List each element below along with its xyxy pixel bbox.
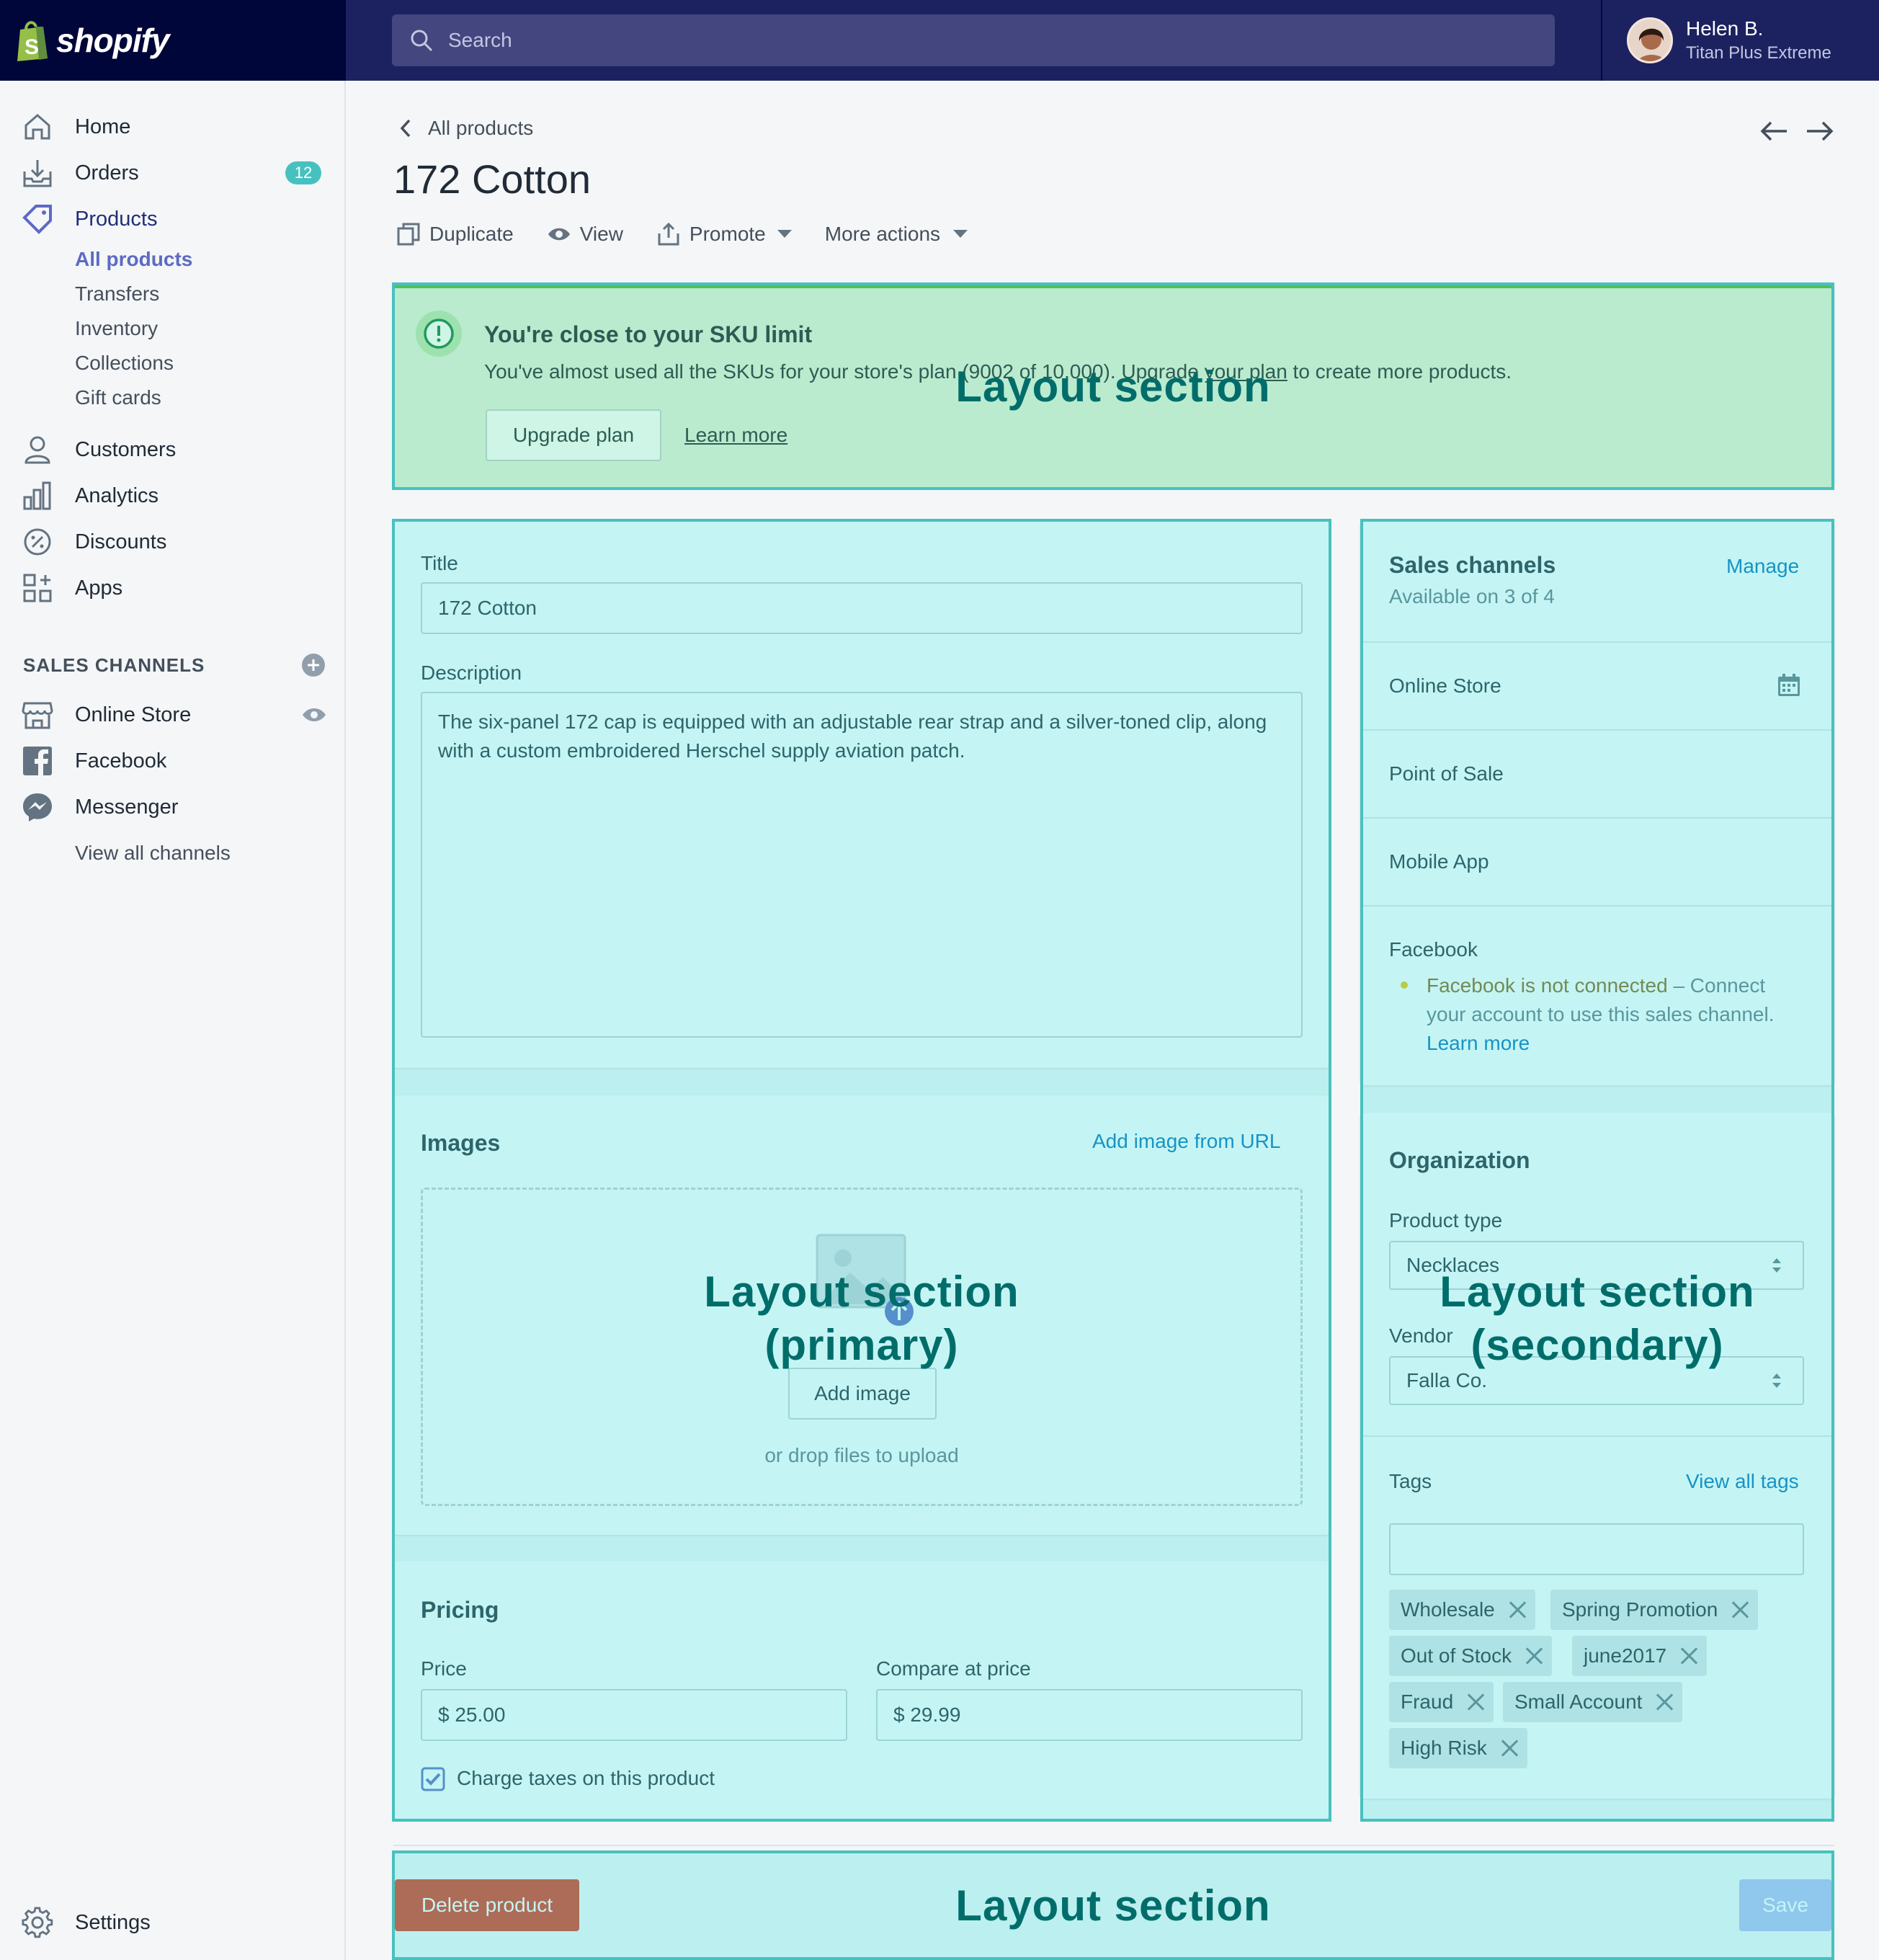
sidebar-item-label: Online Store xyxy=(75,703,192,726)
user-menu[interactable]: Helen B. Titan Plus Extreme xyxy=(1601,0,1879,81)
sidebar-item-orders[interactable]: Orders 12 xyxy=(0,150,344,196)
previous-arrow-icon[interactable] xyxy=(1758,115,1790,147)
store-icon xyxy=(22,702,53,729)
sidebar-channel-messenger[interactable]: Messenger xyxy=(0,784,344,830)
overlay-label: Layout section (secondary) xyxy=(1363,1265,1831,1372)
sidebar-item-label: Apps xyxy=(75,576,123,600)
sidebar-item-home[interactable]: Home xyxy=(0,104,344,150)
analytics-icon xyxy=(23,481,51,510)
sidebar-item-discounts[interactable]: Discounts xyxy=(0,519,344,565)
footer-divider xyxy=(393,1845,1834,1846)
more-actions-button[interactable]: More actions xyxy=(825,223,968,246)
orders-count-badge: 12 xyxy=(285,161,321,184)
customer-icon xyxy=(24,436,50,464)
eye-icon xyxy=(548,228,570,241)
page-actions: Duplicate View Promote More actions xyxy=(396,218,1001,251)
logo-text: shopify xyxy=(56,22,170,59)
search-icon xyxy=(411,30,433,52)
search-placeholder: Search xyxy=(448,29,512,51)
caret-down-icon xyxy=(953,230,968,238)
overlay-label-line-1: Layout section xyxy=(1440,1268,1755,1316)
facebook-icon xyxy=(23,747,52,777)
top-bar: S shopify Search Helen B. Titan Plus Ext… xyxy=(0,0,1879,81)
chevron-left-icon xyxy=(400,119,411,138)
sidebar-subitem-gift-cards[interactable]: Gift cards xyxy=(75,386,161,409)
sidebar-subitem-inventory[interactable]: Inventory xyxy=(75,317,158,340)
sidebar-item-label: Analytics xyxy=(75,484,159,507)
overlay-label-line-1: Layout section xyxy=(704,1268,1019,1316)
sidebar-item-label: Customers xyxy=(75,437,177,461)
sales-channels-heading: SALES CHANNELS xyxy=(23,654,205,676)
layout-section-overlay-top: Layout section xyxy=(392,282,1834,490)
sidebar: Home Orders 12 Products All products Tra… xyxy=(0,81,346,1960)
layout-section-overlay-bottom: Layout section xyxy=(392,1850,1834,1960)
sidebar-item-label: Products xyxy=(75,207,158,231)
view-button[interactable]: View xyxy=(547,222,623,246)
promote-button[interactable]: Promote xyxy=(656,222,792,246)
view-all-channels-link[interactable]: View all channels xyxy=(75,842,231,865)
apps-icon xyxy=(23,574,52,602)
user-plan: Titan Plus Extreme xyxy=(1686,43,1831,63)
layout-section-overlay-secondary: Layout section (secondary) xyxy=(1360,519,1834,1822)
sidebar-item-customers[interactable]: Customers xyxy=(0,427,344,473)
sidebar-subitem-transfers[interactable]: Transfers xyxy=(75,282,159,306)
sidebar-item-apps[interactable]: Apps xyxy=(0,565,344,611)
sidebar-item-label: Facebook xyxy=(75,749,167,772)
orders-icon xyxy=(23,160,52,187)
next-arrow-icon[interactable] xyxy=(1804,115,1836,147)
duplicate-button[interactable]: Duplicate xyxy=(396,222,514,246)
avatar xyxy=(1627,17,1673,63)
view-label: View xyxy=(579,223,623,245)
page-title: 172 Cotton xyxy=(393,156,591,202)
user-name: Helen B. xyxy=(1686,17,1764,40)
breadcrumb[interactable]: All products xyxy=(398,117,533,140)
overlay-label: Layout section xyxy=(955,362,1271,411)
sidebar-item-analytics[interactable]: Analytics xyxy=(0,473,344,519)
home-icon xyxy=(24,114,50,140)
svg-text:S: S xyxy=(24,35,39,59)
breadcrumb-label: All products xyxy=(428,117,534,139)
messenger-icon xyxy=(23,793,52,821)
duplicate-icon xyxy=(397,223,420,246)
logo[interactable]: S shopify xyxy=(0,0,346,81)
sidebar-channel-facebook[interactable]: Facebook xyxy=(0,738,344,784)
overlay-label-line-2: (primary) xyxy=(764,1321,959,1369)
search-input[interactable]: Search xyxy=(392,14,1555,66)
sidebar-item-label: Messenger xyxy=(75,795,179,819)
caret-down-icon xyxy=(777,230,792,238)
share-icon xyxy=(658,222,679,246)
more-actions-label: More actions xyxy=(824,223,941,245)
sidebar-subitem-collections[interactable]: Collections xyxy=(75,352,174,375)
tag-icon xyxy=(22,205,52,234)
shopify-bag-icon: S xyxy=(14,19,50,61)
discount-icon xyxy=(24,528,51,556)
sidebar-item-label: Home xyxy=(75,115,131,138)
sidebar-channel-online-store[interactable]: Online Store xyxy=(0,692,344,738)
gear-icon xyxy=(22,1907,53,1938)
sidebar-item-products[interactable]: Products xyxy=(0,196,344,242)
duplicate-label: Duplicate xyxy=(429,223,514,245)
overlay-label: Layout section (primary) xyxy=(395,1265,1329,1372)
promote-label: Promote xyxy=(689,223,766,245)
sidebar-item-label: Discounts xyxy=(75,530,167,553)
overlay-label-line-2: (secondary) xyxy=(1470,1321,1724,1369)
overlay-label: Layout section xyxy=(955,1881,1271,1930)
sidebar-subitem-all-products[interactable]: All products xyxy=(75,248,192,271)
sidebar-item-settings[interactable]: Settings xyxy=(0,1899,344,1946)
sidebar-item-label: Orders xyxy=(75,161,139,184)
sidebar-item-label: Settings xyxy=(75,1910,151,1934)
eye-icon[interactable] xyxy=(301,706,327,723)
layout-section-overlay-primary: Layout section (primary) xyxy=(392,519,1331,1822)
add-channel-icon[interactable] xyxy=(301,653,326,677)
